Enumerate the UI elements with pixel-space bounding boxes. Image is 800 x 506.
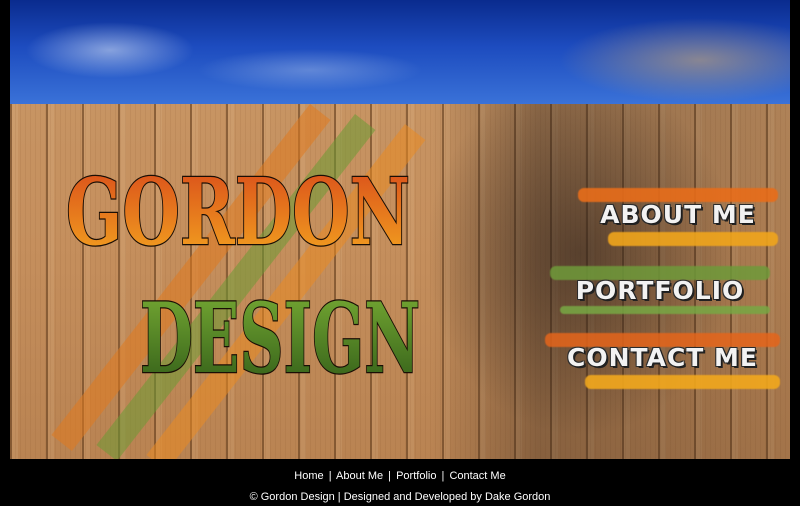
nav-contact-me-label: CONTACT ME <box>566 343 759 372</box>
copyright-text: © Gordon Design | Designed and Developed… <box>249 491 551 503</box>
logo-word-gordon: GORDON <box>66 158 410 266</box>
footer-link-about-me[interactable]: About Me <box>336 470 383 482</box>
nav-portfolio-label: PORTFOLIO <box>575 276 745 305</box>
footer-separator: | <box>388 470 392 482</box>
nav-about-me-button[interactable]: ABOUT ME <box>578 188 778 246</box>
nav-contact-me-button[interactable]: CONTACT ME <box>545 333 780 389</box>
footer-separator: | <box>328 470 332 482</box>
footer-link-portfolio[interactable]: Portfolio <box>396 470 436 482</box>
footer-separator: | <box>441 470 445 482</box>
logo-word-design: DESIGN <box>140 282 420 395</box>
logo[interactable]: GORDON DESIGN <box>58 122 438 397</box>
footer-link-home[interactable]: Home <box>294 470 323 482</box>
portfolio-splash-bottom <box>560 306 770 314</box>
nav-about-me-label: ABOUT ME <box>600 200 756 229</box>
about-splash-bottom <box>608 232 778 246</box>
sky-banner <box>10 0 790 104</box>
logo-graphic: GORDON DESIGN <box>65 157 422 397</box>
footer-link-contact-me[interactable]: Contact Me <box>449 470 505 482</box>
footer-nav: Home | About Me | Portfolio | Contact Me <box>0 470 800 482</box>
nav-portfolio-button[interactable]: PORTFOLIO <box>550 266 770 318</box>
contact-splash-bottom <box>585 375 780 389</box>
